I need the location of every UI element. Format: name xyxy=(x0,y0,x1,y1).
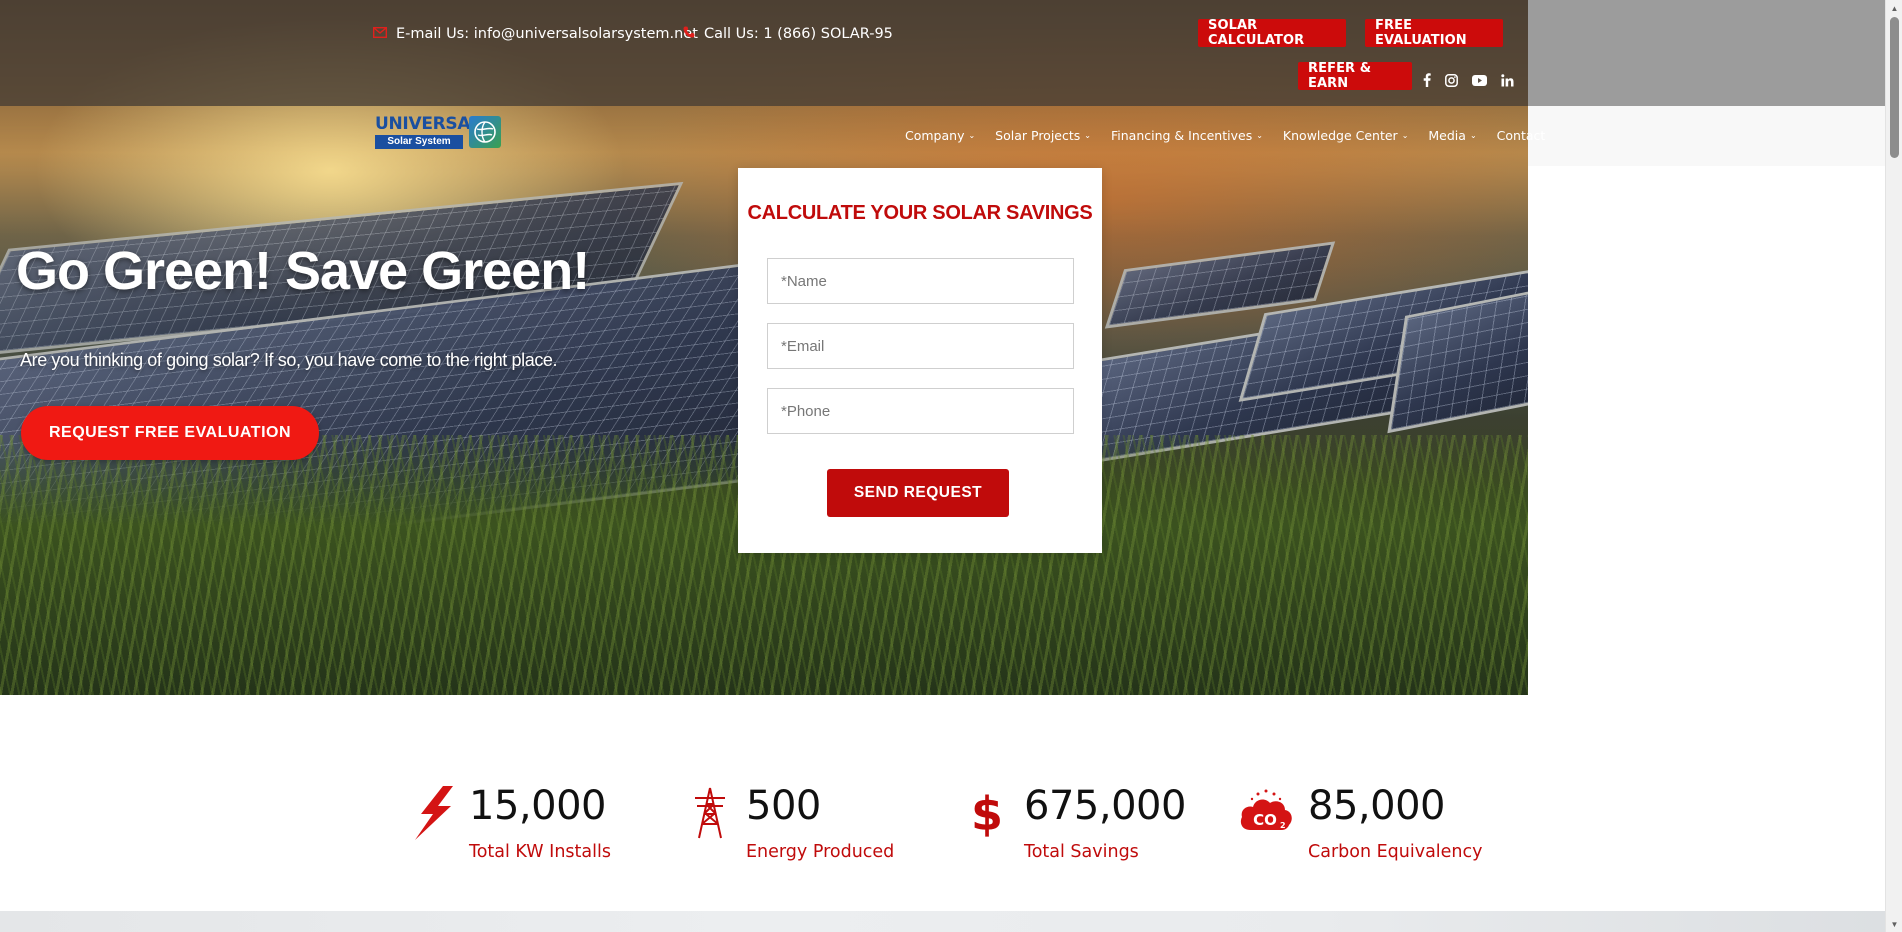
chevron-down-icon: ⌄ xyxy=(1469,131,1477,140)
stat-value: 85,000 xyxy=(1308,783,1445,829)
youtube-icon[interactable] xyxy=(1470,71,1488,89)
email-contact-link[interactable]: E-mail Us: info@universalsolarsystem.net xyxy=(372,24,698,44)
refer-earn-button[interactable]: REFER & EARN xyxy=(1298,61,1412,91)
nav-item-contact[interactable]: Contact xyxy=(1497,128,1546,143)
form-title: CALCULATE YOUR SOLAR SAVINGS xyxy=(747,202,1093,224)
globe-icon xyxy=(469,116,501,148)
nav-item-media[interactable]: Media ⌄ xyxy=(1428,128,1476,143)
main-navigation: Company ⌄ Solar Projects ⌄ Financing & Inc… xyxy=(905,128,1545,143)
top-bar xyxy=(0,0,1528,106)
scroll-up-icon[interactable]: ▲ xyxy=(1886,0,1902,16)
name-field[interactable] xyxy=(767,258,1074,304)
chevron-down-icon: ⌄ xyxy=(1084,131,1091,140)
scroll-down-icon[interactable]: ▼ xyxy=(1886,916,1902,932)
stat-value: 675,000 xyxy=(1024,783,1186,829)
phone-contact-link[interactable]: Call Us: 1 (866) SOLAR-95 xyxy=(683,24,893,44)
savings-form-card: CALCULATE YOUR SOLAR SAVINGS SEND REQUES… xyxy=(738,168,1102,553)
email-field[interactable] xyxy=(767,323,1074,369)
scrollbar-thumb[interactable] xyxy=(1890,17,1899,158)
stat-label: Energy Produced xyxy=(746,842,895,862)
chevron-down-icon: ⌄ xyxy=(968,131,976,140)
next-section-preview xyxy=(0,911,1885,932)
lightning-icon xyxy=(413,786,463,840)
phone-icon xyxy=(683,26,695,42)
dollar-icon: $ xyxy=(970,786,1020,841)
co2-cloud-icon: CO 2 xyxy=(1238,786,1292,840)
chevron-down-icon: ⌄ xyxy=(1401,131,1409,140)
logo-wordmark: UNIVERSAL xyxy=(375,114,481,134)
svg-text:2: 2 xyxy=(1280,821,1286,830)
linkedin-icon[interactable] xyxy=(1498,71,1516,89)
facebook-icon[interactable] xyxy=(1418,71,1436,89)
phone-label: Call Us: 1 (866) SOLAR-95 xyxy=(704,26,893,42)
stat-label: Total KW Installs xyxy=(469,842,611,862)
svg-text:CO: CO xyxy=(1253,811,1277,829)
stat-value: 500 xyxy=(746,783,821,829)
chevron-down-icon: ⌄ xyxy=(1256,131,1263,140)
envelope-icon xyxy=(372,26,388,42)
svg-text:$: $ xyxy=(971,787,1003,840)
nav-item-financing[interactable]: Financing & Incentives ⌄ xyxy=(1111,128,1263,143)
site-logo[interactable]: UNIVERSAL Solar System xyxy=(373,113,501,151)
nav-item-solar-projects[interactable]: Solar Projects ⌄ xyxy=(995,128,1091,143)
solar-calculator-button[interactable]: SOLAR CALCULATOR xyxy=(1198,18,1346,48)
power-tower-icon xyxy=(693,786,743,840)
stat-label: Total Savings xyxy=(1024,842,1139,862)
email-label: E-mail Us: info@universalsolarsystem.net xyxy=(396,26,698,42)
page-scrollbar[interactable]: ▲ ▼ xyxy=(1885,0,1902,932)
navbar-extension xyxy=(1528,106,1885,166)
stat-label: Carbon Equivalency xyxy=(1308,842,1483,862)
stat-value: 15,000 xyxy=(469,783,606,829)
free-evaluation-button[interactable]: FREE EVALUATION xyxy=(1365,18,1503,48)
request-evaluation-button[interactable]: REQUEST FREE EVALUATION xyxy=(21,406,319,460)
phone-field[interactable] xyxy=(767,388,1074,434)
instagram-icon[interactable] xyxy=(1442,71,1460,89)
logo-subtitle: Solar System xyxy=(375,135,463,149)
nav-item-knowledge-center[interactable]: Knowledge Center ⌄ xyxy=(1283,128,1408,143)
hero-title: Go Green! Save Green! xyxy=(16,241,590,301)
hero-subtitle: Are you thinking of going solar? If so, … xyxy=(20,350,558,370)
send-request-button[interactable]: SEND REQUEST xyxy=(827,469,1009,517)
top-bar-extension xyxy=(1528,0,1885,106)
nav-item-company[interactable]: Company ⌄ xyxy=(905,128,975,143)
